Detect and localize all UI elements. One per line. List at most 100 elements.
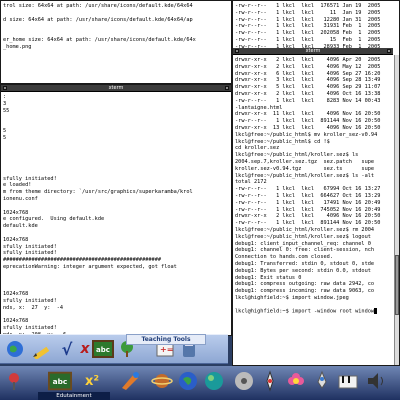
terminal-line: lkcl@highfield:~$ import window.jpeg [235, 294, 349, 301]
terminal-left-top[interactable]: trol size: 64x64 at path: /usr/share/ico… [0, 0, 232, 84]
terminal-line: -rw-r--r-- 1 lkcl lkcl 891144 Nov 16 20:… [235, 220, 381, 227]
svg-text:+=: += [160, 345, 173, 354]
terminal-line: sfully initiated! [3, 243, 57, 250]
world-icon[interactable] [4, 338, 26, 360]
terminal-line: Connection to hands.com closed. [235, 254, 333, 261]
terminal-left-main[interactable]: xterm :3 55 55 sfully initiated! e loaded!… [0, 84, 232, 336]
terminal-line: eprecationWarning: integer argument expe… [3, 263, 177, 270]
terminal-line: -rw-r--r-- 1 lkcl lkcl 664627 Oct 16 13:… [235, 192, 381, 199]
sound-icon[interactable] [364, 369, 388, 393]
terminal-line: lkcl@free:~/public_html/kroller.sez$ rm … [235, 226, 375, 233]
music-icon[interactable] [336, 369, 360, 393]
terminal-line: drwxr-xr-x 6 lkcl lkcl 4096 Sep 27 16:20 [235, 70, 381, 77]
terminal-right-main-output: drwxr-xr-x 2 lkcl lkcl 4096 Apr 20 2005 d… [235, 57, 380, 316]
terminal-line: 1024x768 [3, 291, 29, 298]
abc-board-icon[interactable]: abc [48, 369, 72, 393]
terminal-line: d size: 64x64 at path: /usr/share/icons/… [3, 16, 193, 23]
edutainment-label: Edutainment [38, 392, 110, 400]
rocket-icon[interactable] [310, 369, 334, 393]
terminal-line: : [3, 94, 7, 100]
planet-icon[interactable] [150, 369, 174, 393]
paint-icon[interactable] [118, 369, 142, 393]
globe-icon[interactable] [176, 369, 200, 393]
terminal-line: default.kde [3, 223, 38, 230]
terminal-line: e loaded! [3, 182, 32, 189]
disk-icon[interactable] [232, 369, 256, 393]
terminal-line: sfully initiated! [3, 250, 57, 257]
window-menu-button[interactable] [235, 49, 239, 53]
terminal-line: drwxr-xr-x 3 lkcl lkcl 4096 Sep 28 13:49 [235, 77, 381, 84]
terminal-right-top-output: -rw-r--r-- 1 lkcl lkcl 176571 Jan 19 200… [235, 3, 380, 51]
earth-icon[interactable] [202, 369, 226, 393]
terminal-line: -lantaigne.html [235, 104, 283, 111]
x-squared-icon[interactable]: x² [80, 369, 104, 393]
terminal-line: 1024x768 [3, 318, 29, 325]
terminal-line: nds, x: 27 y: -4 [3, 304, 64, 311]
terminal-line: debug1: Bytes per second: stdin 0.0, std… [235, 267, 371, 274]
close-button[interactable] [225, 86, 229, 90]
terminal-line: trol size: 64x64 at path: /usr/share/ico… [3, 3, 193, 9]
terminal-line: -rw-r--r-- 1 lkcl lkcl 17491 Nov 16 20:4… [235, 199, 381, 206]
terminal-line: cd kroller.sez [235, 145, 280, 152]
terminal-line: lkcl@free:~/public_html$ mv kroller_sez-… [235, 131, 378, 138]
terminal-line: -rw-r--r-- 1 lkcl lkcl 745052 Nov 16 20:… [235, 206, 381, 213]
terminal-line: er_home size: 64x64 at path: /usr/share/… [3, 36, 196, 43]
terminal-line: m from theme directory: `/usr/src/graphi… [3, 189, 193, 196]
terminal-line: total 2172 [235, 179, 267, 186]
teaching-tools-label: Teaching Tools [126, 334, 206, 345]
pencil-icon[interactable] [30, 338, 52, 360]
svg-text:abc: abc [96, 346, 110, 354]
terminal-line: drwxr-xr-x 2 lkcl lkcl 4096 May 12 2005 [235, 63, 381, 70]
scrollbar[interactable] [394, 55, 399, 365]
terminal-line: 3 [3, 100, 7, 107]
compass-icon[interactable] [258, 369, 282, 393]
scrollbar-thumb[interactable] [395, 255, 399, 315]
terminal-line: lkcl@free:~/public_html/kroller.sez$ ls [235, 152, 359, 159]
terminal-line: drwxr-xr-x 5 lkcl lkcl 4096 Sep 29 11:07 [235, 84, 381, 91]
terminal-line: sfully initiated! [3, 325, 57, 332]
terminal-line: _home.png [3, 43, 32, 50]
terminal-line: -rw-r--r-- 1 lkcl lkcl 176571 Jan 19 200… [235, 3, 381, 9]
terminal-line: -rw-r--r-- 1 lkcl lkcl 8283 Nov 14 00:43 [235, 97, 381, 104]
terminal-line: 5 [3, 134, 7, 141]
terminal-left-top-output: trol size: 64x64 at path: /usr/share/ico… [3, 3, 196, 51]
terminal-line: -rw-r--r-- 1 lkcl lkcl 202058 Feb 1 2005 [235, 30, 381, 37]
terminal-line: lkcl@highfield:~$ import -window root wi… [235, 308, 380, 315]
window-title: xterm [305, 47, 321, 54]
titlebar[interactable]: xterm [233, 48, 393, 55]
terminal-line: lkcl@free:~/public_html$ cd !$ [235, 138, 330, 145]
abc-icon[interactable]: abc [92, 338, 114, 360]
terminal-line: lkcl@free:~/public_html/kroller.sez$ ls … [235, 172, 375, 179]
window-menu-button[interactable] [3, 86, 7, 90]
window-title: xterm [108, 84, 124, 91]
titlebar[interactable]: xterm [1, 85, 231, 92]
close-button[interactable] [387, 49, 391, 53]
terminal-line: -rw-r--r-- 1 lkcl lkcl 12280 Jan 31 2005 [235, 16, 381, 23]
text-cursor [374, 308, 378, 315]
terminal-line: sfully initiated! [3, 175, 57, 182]
terminal-line: drwxr-xr-x 13 lkcl lkcl 4096 Nov 16 20:5… [235, 124, 381, 131]
terminal-right[interactable]: -rw-r--r-- 1 lkcl lkcl 176571 Jan 19 200… [232, 0, 400, 366]
terminal-line: 55 [3, 107, 10, 114]
terminal-line: -rw-r--r-- 1 lkcl lkcl 15 Feb 1 2005 [235, 36, 381, 43]
flower-icon[interactable] [284, 369, 308, 393]
terminal-line: e configured. Using default.kde [3, 216, 105, 223]
terminal-line: drwxr-xr-x 11 lkcl lkcl 4096 Nov 16 20:5… [235, 111, 381, 118]
terminal-line: lkcl@free:~/public_html/kroller.sez$ log… [235, 233, 371, 240]
pin-icon[interactable] [2, 369, 26, 393]
terminal-line: drwxr-xr-x 2 lkcl lkcl 4096 Apr 20 2005 [235, 57, 381, 63]
terminal-line: 1024x768 [3, 236, 29, 243]
terminal-line: -rw-r--r-- 1 lkcl lkcl 31931 Feb 1 2005 [235, 23, 381, 30]
terminal-line: debug1: channel 0: free: client-session,… [235, 247, 375, 254]
